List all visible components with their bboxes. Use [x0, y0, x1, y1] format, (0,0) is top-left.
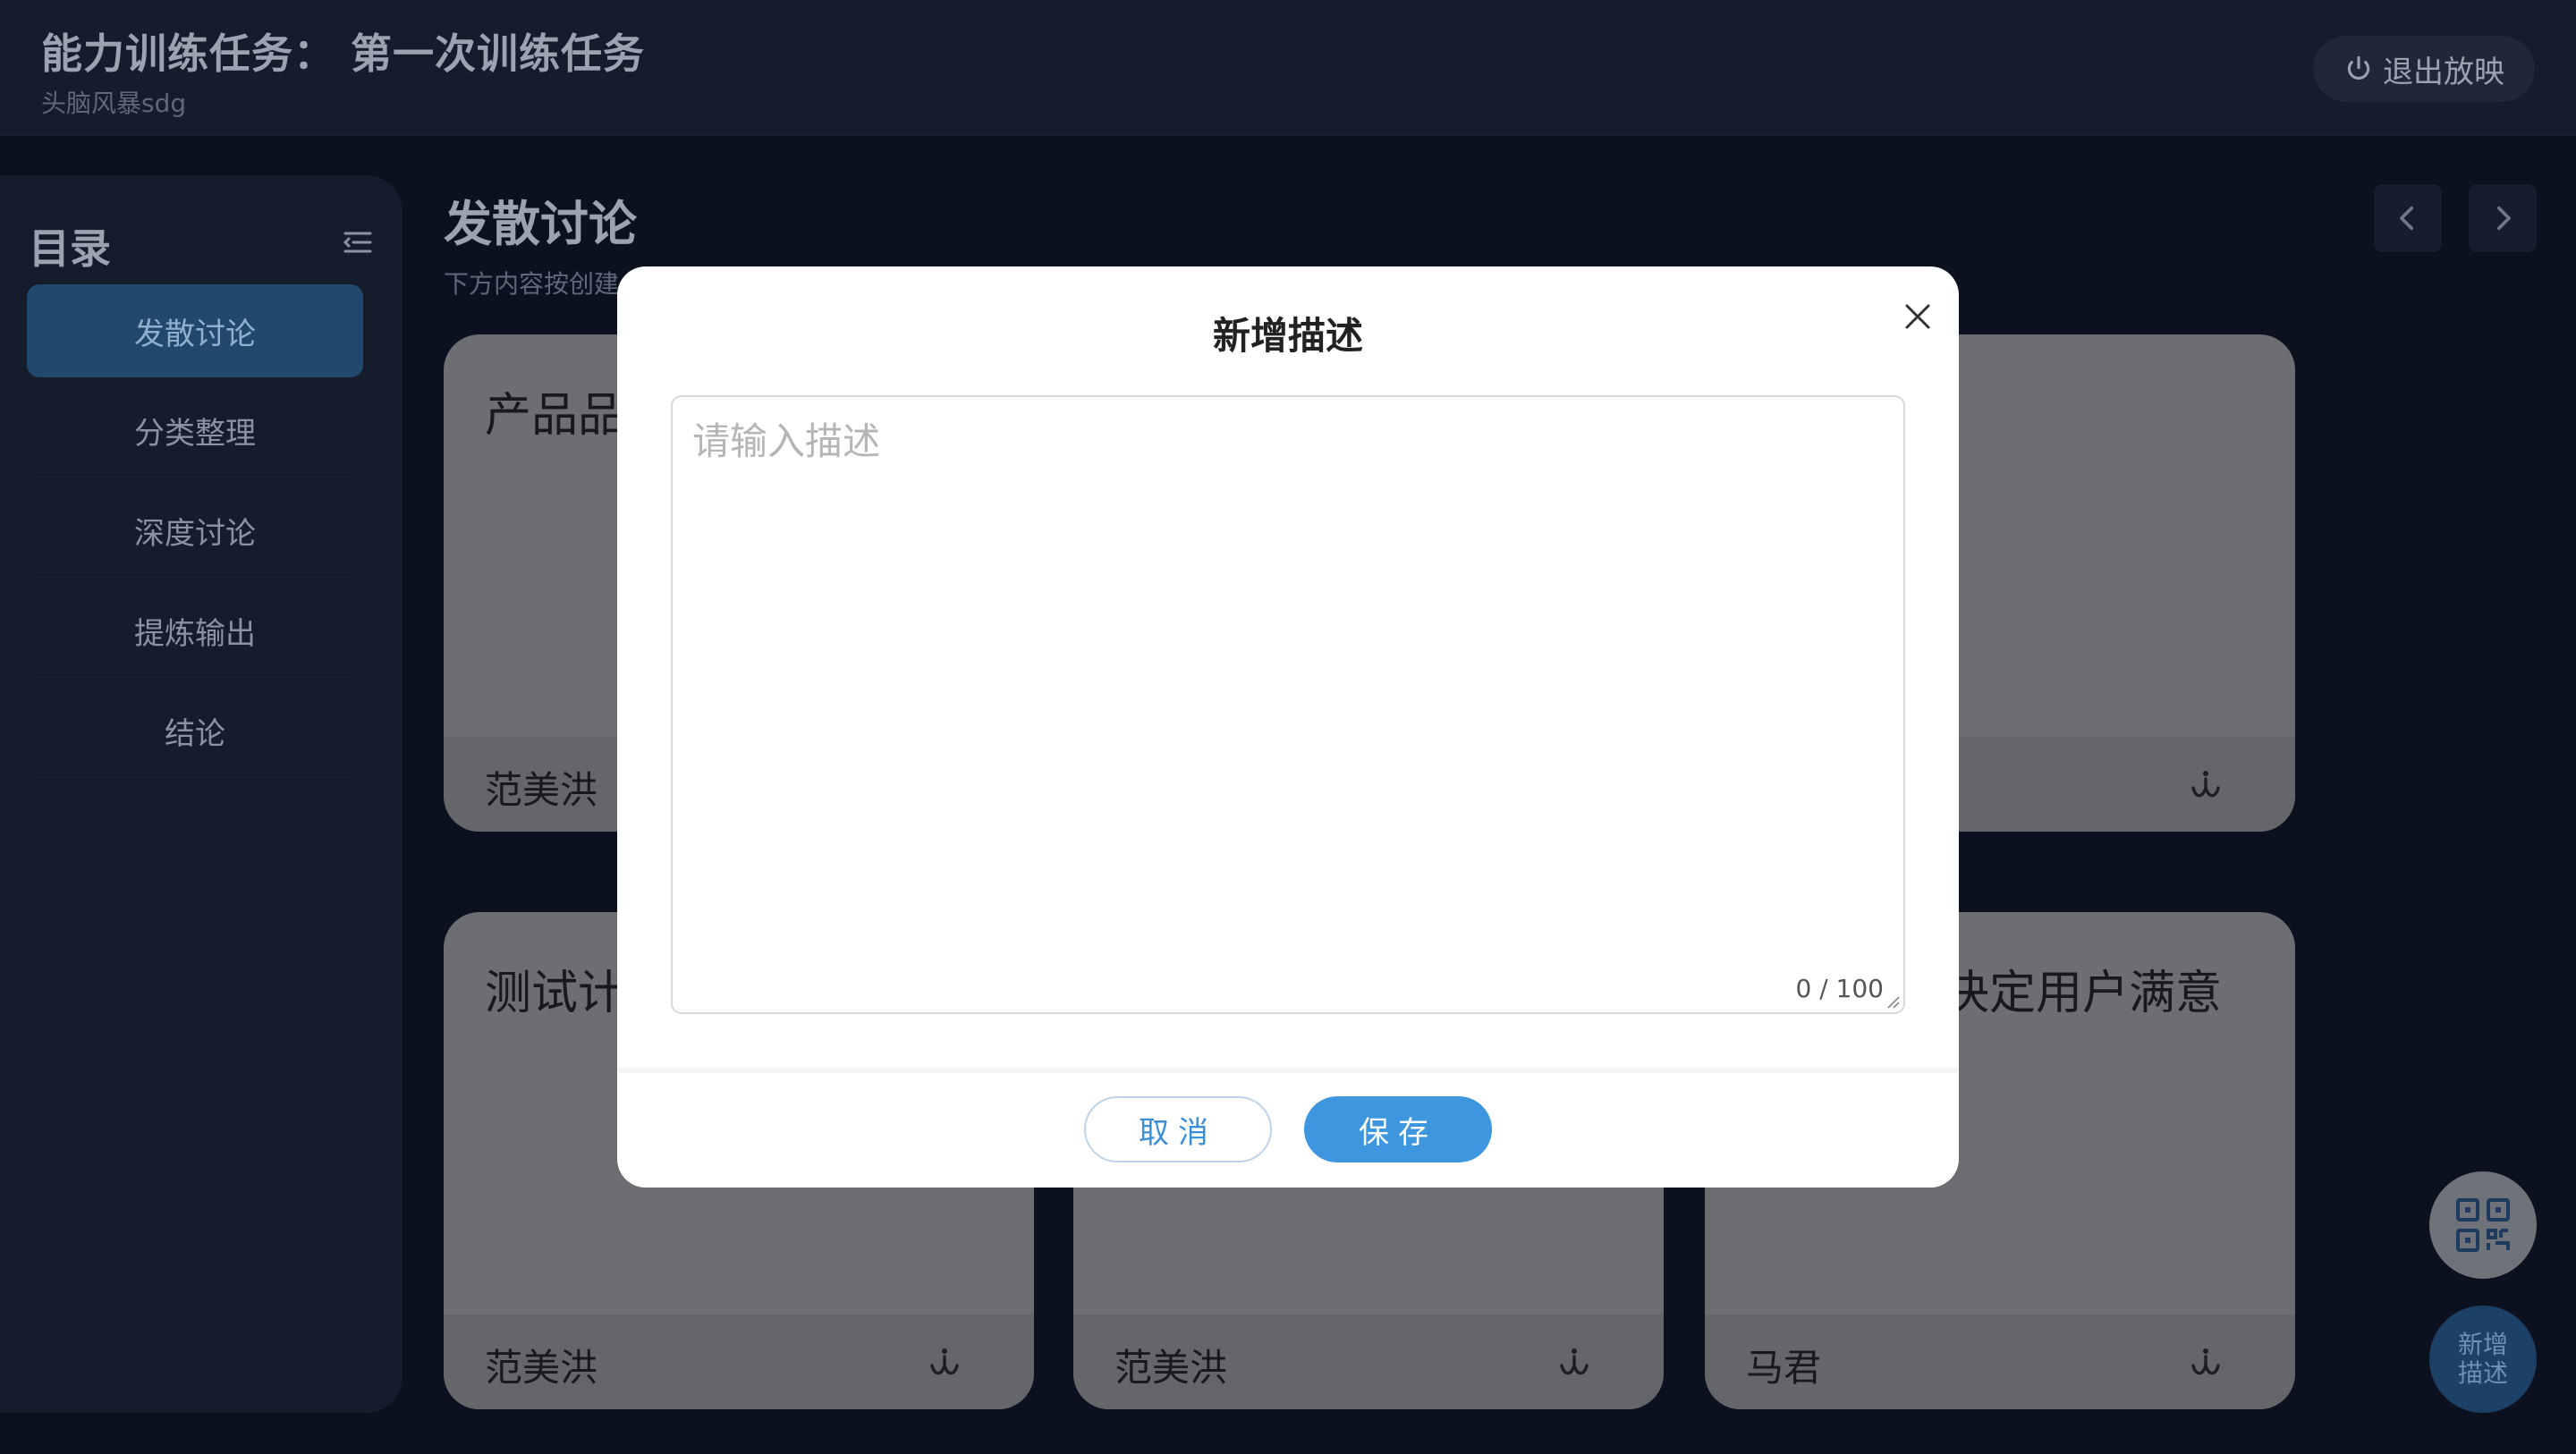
- add-description-dialog: 新增描述 0 / 100 取消 保存: [617, 266, 1959, 1188]
- dialog-title: 新增描述: [1212, 314, 1363, 358]
- presentation-page: 能力训练任务： 第一次训练任务 头脑风暴sdg 退出放映 目录 发散讨论 分类整…: [0, 0, 2576, 1454]
- char-counter: 0 / 100: [1795, 974, 1885, 1003]
- description-field-wrapper: 0 / 100: [671, 395, 1905, 1014]
- cancel-button[interactable]: 取消: [1084, 1096, 1272, 1162]
- description-textarea[interactable]: [673, 397, 1903, 1012]
- resize-handle-icon[interactable]: [1885, 994, 1900, 1009]
- close-icon[interactable]: [1903, 302, 1932, 331]
- save-button[interactable]: 保存: [1304, 1096, 1492, 1162]
- dialog-footer-divider: [617, 1068, 1959, 1073]
